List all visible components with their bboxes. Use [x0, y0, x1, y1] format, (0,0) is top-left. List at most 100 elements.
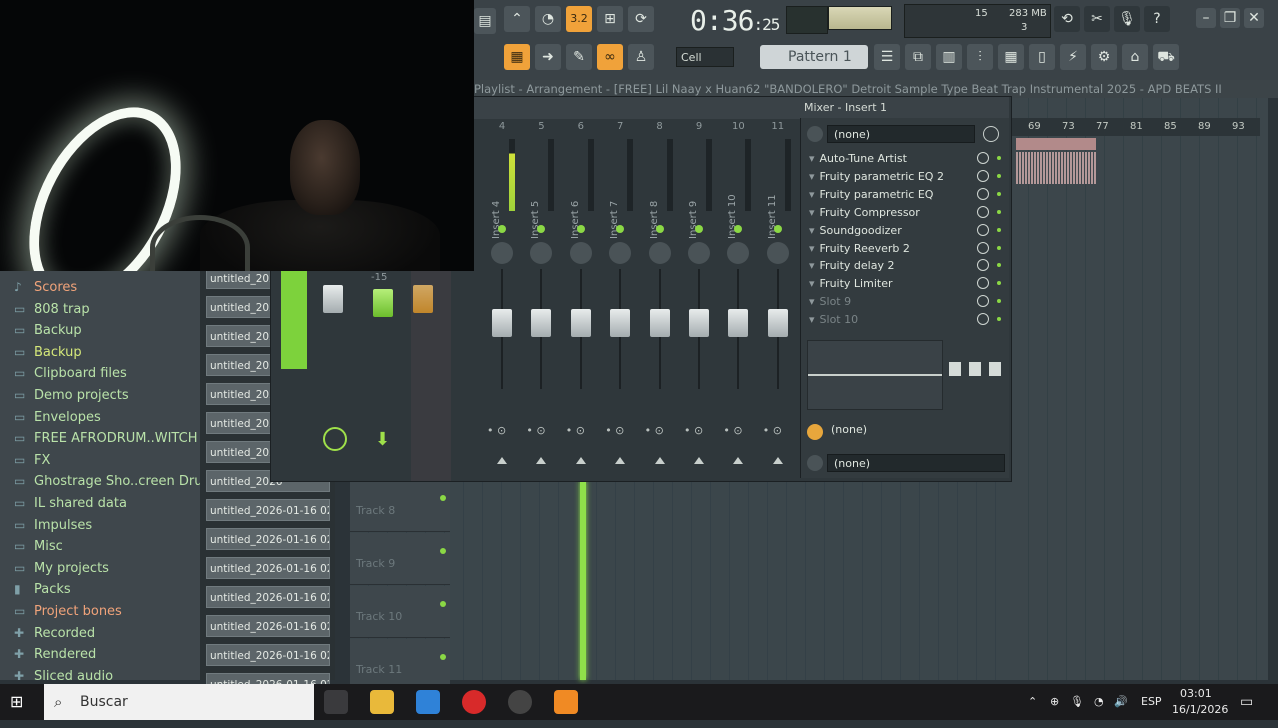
fx-slot[interactable]: Slot 10: [809, 311, 975, 328]
mixer-strip[interactable]: 10 Insert 10 • ⊙: [719, 119, 757, 481]
wait-icon[interactable]: ◔: [535, 6, 561, 32]
route-dots[interactable]: • ⊙: [723, 424, 757, 437]
fx-mix-knob[interactable]: [977, 295, 989, 308]
fx-mix-knob[interactable]: [977, 187, 989, 200]
fx-slot[interactable]: Fruity Limiter: [809, 275, 975, 292]
close-icon[interactable]: ✕: [1244, 8, 1264, 28]
pan-knob[interactable]: [727, 242, 750, 264]
volume-fader[interactable]: [728, 309, 749, 337]
volume-fader[interactable]: [492, 309, 512, 337]
playhead[interactable]: [580, 480, 586, 680]
tempo-button[interactable]: ▤: [474, 8, 496, 34]
stamp-icon[interactable]: ♙: [628, 44, 654, 70]
route-arrow-icon[interactable]: [772, 457, 783, 464]
route-arrow-icon[interactable]: [615, 457, 626, 464]
route-arrow-icon[interactable]: [654, 457, 665, 464]
mixer-strip[interactable]: 5 Insert 5 • ⊙: [522, 119, 560, 481]
file-item[interactable]: untitled_2026-01-16 02-...: [206, 615, 330, 637]
fx-enable-led[interactable]: [997, 281, 1001, 286]
fx-mix-knob[interactable]: [977, 241, 989, 254]
browser-item[interactable]: ▭ Backup: [14, 320, 82, 341]
pan-knob[interactable]: [766, 242, 789, 264]
mixer-strip[interactable]: 11 Insert 11 • ⊙: [759, 119, 797, 481]
volume-icon[interactable]: 🔊: [1114, 684, 1128, 720]
tag-icon[interactable]: ⌂: [1122, 44, 1148, 70]
eq-band-high[interactable]: [989, 362, 1001, 376]
file-item[interactable]: untitled_2026-01-16 02-...: [206, 586, 330, 608]
pan-knob[interactable]: [491, 242, 513, 264]
file-item[interactable]: untitled_2026-01-16 02-...: [206, 528, 330, 550]
eq-band-mid[interactable]: [969, 362, 981, 376]
fx-mix-knob[interactable]: [977, 152, 989, 164]
cart-icon[interactable]: ⛟: [1153, 44, 1179, 70]
output-select[interactable]: (none): [827, 454, 1005, 472]
arrow-down-icon[interactable]: ⬇: [375, 429, 390, 450]
playlist-icon[interactable]: ☰: [874, 44, 900, 70]
route-dots[interactable]: • ⊙: [566, 424, 600, 437]
audio-clip-header[interactable]: [1016, 138, 1096, 150]
file-item[interactable]: untitled_2026-01-16 02-...: [206, 499, 330, 521]
route-arrow-icon[interactable]: [694, 457, 704, 464]
fx-enable-led[interactable]: [997, 191, 1001, 196]
file-icon[interactable]: ▯: [1029, 44, 1055, 70]
piano-roll-icon[interactable]: ⧉: [905, 44, 931, 70]
mixer-icon[interactable]: ⫶: [967, 44, 993, 70]
track-led[interactable]: [440, 495, 446, 501]
track-led[interactable]: [440, 601, 446, 607]
fx-mix-knob[interactable]: [977, 259, 989, 272]
eq-band-low[interactable]: [949, 362, 961, 376]
volume-fader[interactable]: [610, 309, 631, 337]
app-red-icon[interactable]: [462, 690, 486, 714]
fx-slot[interactable]: Fruity delay 2: [809, 257, 975, 274]
plugin-icon[interactable]: ⚡: [1060, 44, 1086, 70]
input-select[interactable]: (none): [827, 125, 975, 143]
windows-start-icon[interactable]: ⊞: [10, 693, 28, 711]
fx-slot[interactable]: Auto-Tune Artist: [809, 150, 975, 167]
pattern-select[interactable]: Pattern 1: [760, 45, 868, 69]
browser-item[interactable]: ▭ My projects: [14, 558, 109, 579]
file-item[interactable]: untitled_2026-01-16 02-...: [206, 557, 330, 579]
network-icon[interactable]: ⊕: [1050, 684, 1059, 720]
minimize-icon[interactable]: –: [1196, 8, 1216, 28]
snap-select[interactable]: Cell: [676, 47, 734, 67]
route-arrow-icon[interactable]: [733, 457, 744, 464]
fx-mix-knob[interactable]: [977, 277, 989, 290]
mixer-strip[interactable]: 6 Insert 6 • ⊙: [562, 119, 600, 481]
refresh-icon[interactable]: ⟲: [1054, 6, 1080, 32]
pan-knob[interactable]: [569, 242, 592, 264]
route-dots[interactable]: • ⊙: [763, 424, 797, 437]
audio-clip-waveform[interactable]: [1016, 152, 1096, 184]
fx-enable-led[interactable]: [997, 209, 1001, 214]
fx-enable-led[interactable]: [997, 156, 1001, 160]
strip-led[interactable]: [498, 225, 506, 233]
fx-slot[interactable]: Fruity parametric EQ 2: [809, 168, 975, 185]
chevron-up-icon[interactable]: ⌃: [1028, 684, 1037, 720]
browser-item[interactable]: ✚ Rendered: [14, 644, 96, 665]
loop-record-icon[interactable]: ⟳: [628, 6, 654, 32]
pan-knob[interactable]: [688, 242, 710, 264]
metronome-icon[interactable]: ⌃: [504, 6, 530, 32]
browser-item[interactable]: ▭ Misc: [14, 536, 63, 557]
mic-icon[interactable]: 🎙: [1114, 6, 1140, 32]
browser-item[interactable]: ▭ Clipboard files: [14, 363, 127, 384]
fx-enable-led[interactable]: [997, 173, 1001, 178]
pan-knob[interactable]: [609, 242, 632, 264]
route-dots[interactable]: • ⊙: [645, 424, 679, 437]
channel-rack-icon[interactable]: ▥: [936, 44, 962, 70]
fx-slot[interactable]: Slot 9: [809, 293, 975, 310]
pan-knob[interactable]: [530, 242, 553, 264]
mixer-strip[interactable]: 9 Insert 9 • ⊙: [680, 119, 718, 481]
strip-led[interactable]: [576, 225, 585, 233]
browser-item[interactable]: ✚ Recorded: [14, 623, 95, 644]
mic-tray-icon[interactable]: 🎙: [1070, 684, 1084, 720]
browser-item[interactable]: ▭ FX: [14, 450, 50, 471]
clock-date[interactable]: 16/1/2026: [1172, 692, 1228, 728]
settings-icon[interactable]: [983, 126, 999, 142]
track-label[interactable]: Track 8: [350, 480, 450, 532]
route-arrow-icon[interactable]: [575, 457, 586, 464]
fx-slot[interactable]: Fruity Reeverb 2: [809, 240, 975, 257]
route-dots[interactable]: • ⊙: [605, 424, 639, 437]
pattern-song-icon[interactable]: ▦: [504, 44, 530, 70]
volume-fader[interactable]: [767, 309, 788, 337]
fx-mix-knob[interactable]: [977, 313, 989, 326]
